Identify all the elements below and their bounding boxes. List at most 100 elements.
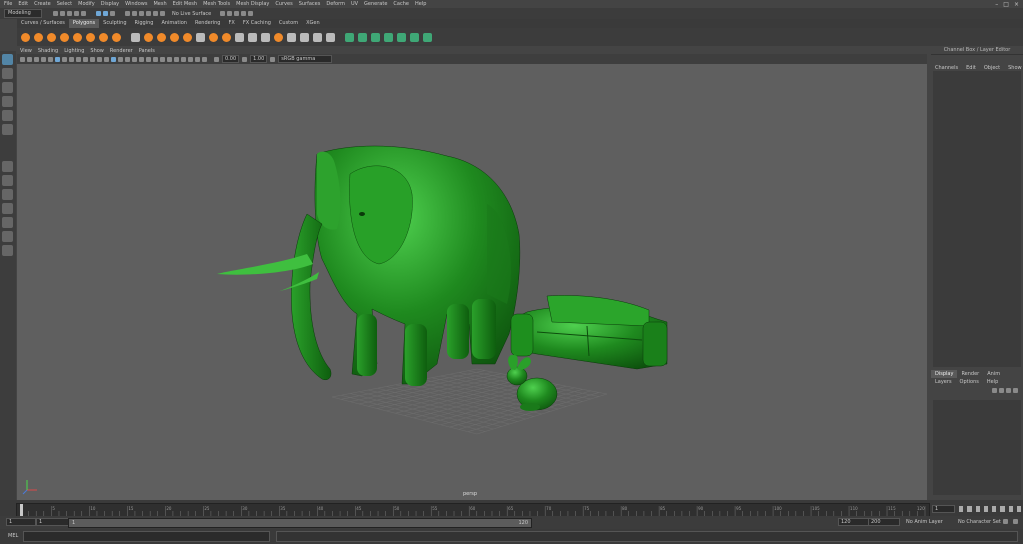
quad-draw-icon[interactable] xyxy=(261,32,270,42)
current-time-marker[interactable] xyxy=(20,504,23,516)
shadows-icon[interactable] xyxy=(146,56,151,62)
channel-list[interactable] xyxy=(933,71,1021,367)
motion-blur-icon[interactable] xyxy=(160,56,165,62)
boolean-icon[interactable] xyxy=(170,32,179,42)
poly-torus-icon[interactable] xyxy=(73,32,82,42)
single-pane-icon[interactable] xyxy=(2,161,13,172)
bookmarks-icon[interactable] xyxy=(34,56,39,62)
shelf-tab-polygons[interactable]: Polygons xyxy=(68,19,100,28)
panel-menu-shading[interactable]: Shading xyxy=(38,48,58,54)
xray-joints-icon[interactable] xyxy=(195,56,200,62)
snap-view-icon[interactable] xyxy=(146,11,151,16)
color-management-icon[interactable] xyxy=(270,56,276,62)
camera-attributes-icon[interactable] xyxy=(27,56,32,62)
grid-icon[interactable] xyxy=(55,56,60,62)
bunny-mesh[interactable] xyxy=(506,354,558,411)
poly-cube-icon[interactable] xyxy=(34,32,43,42)
snap-grid-icon[interactable] xyxy=(125,11,130,16)
panel-menu-panels[interactable]: Panels xyxy=(139,48,155,54)
move-tool-icon[interactable] xyxy=(2,96,13,107)
menu-cache[interactable]: Cache xyxy=(393,1,409,7)
two-d-pan-icon[interactable] xyxy=(48,56,53,62)
undo-icon[interactable] xyxy=(74,11,79,16)
shelf-tab-rigging[interactable]: Rigging xyxy=(131,19,158,28)
poly-sphere-icon[interactable] xyxy=(21,32,30,42)
menu-create[interactable]: Create xyxy=(34,1,51,7)
open-scene-icon[interactable] xyxy=(60,11,65,16)
new-scene-icon[interactable] xyxy=(53,11,58,16)
panel-menu-view[interactable]: View xyxy=(20,48,32,54)
paint-select-icon[interactable] xyxy=(2,82,13,93)
layer-menu-options[interactable]: Options xyxy=(960,379,979,385)
viewport-persp[interactable] xyxy=(17,64,927,500)
menu-uv[interactable]: UV xyxy=(351,1,358,7)
side-by-side-icon[interactable] xyxy=(2,189,13,200)
minimize-icon[interactable]: – xyxy=(995,1,998,8)
safe-action-icon[interactable] xyxy=(90,56,95,62)
playback-end-field[interactable]: 200 xyxy=(868,518,900,526)
uv-editor-icon[interactable] xyxy=(345,32,354,42)
depth-of-field-icon[interactable] xyxy=(174,56,179,62)
gamma-field[interactable]: 1.00 xyxy=(250,55,268,63)
lasso-tool-icon[interactable] xyxy=(2,68,13,79)
go-to-end-icon[interactable] xyxy=(1016,506,1021,512)
close-icon[interactable]: × xyxy=(1014,1,1019,8)
view-transform-dropdown[interactable]: sRGB gamma xyxy=(278,55,333,63)
persp-graph-icon[interactable] xyxy=(2,217,13,228)
menu-edit-mesh[interactable]: Edit Mesh xyxy=(173,1,197,7)
ipr-render-icon[interactable] xyxy=(227,11,233,16)
play-back-icon[interactable] xyxy=(983,506,988,512)
xray-icon[interactable] xyxy=(188,56,193,62)
move-layer-down-icon[interactable] xyxy=(999,387,1004,393)
smooth-icon[interactable] xyxy=(157,32,166,42)
textured-icon[interactable] xyxy=(132,56,137,62)
command-input[interactable] xyxy=(23,531,270,542)
wireframe-icon[interactable] xyxy=(104,56,109,62)
move-layer-up-icon[interactable] xyxy=(992,387,997,393)
fill-hole-icon[interactable] xyxy=(274,32,283,42)
shelf-settings-icon[interactable] xyxy=(1011,19,1021,28)
shelf-tab-fx[interactable]: FX xyxy=(225,19,239,28)
panel-menu-show[interactable]: Show xyxy=(90,48,104,54)
snap-curve-icon[interactable] xyxy=(132,11,137,16)
select-tool-icon[interactable] xyxy=(2,54,13,65)
range-start-field[interactable]: 1 xyxy=(6,518,36,526)
shelf-tab-sculpting[interactable]: Sculpting xyxy=(99,19,130,28)
shelf-tab-animation[interactable]: Animation xyxy=(157,19,191,28)
platonic-icon[interactable] xyxy=(112,32,121,42)
object-mode-icon[interactable] xyxy=(103,11,108,16)
safe-title-icon[interactable] xyxy=(97,56,102,62)
rotate-tool-icon[interactable] xyxy=(2,110,13,121)
menu-curves[interactable]: Curves xyxy=(275,1,292,7)
menu-select[interactable]: Select xyxy=(57,1,72,7)
poly-disc-icon[interactable] xyxy=(99,32,108,42)
insert-loop-icon[interactable] xyxy=(300,32,309,42)
elephant-mesh[interactable] xyxy=(217,145,521,386)
maximize-icon[interactable]: □ xyxy=(1003,1,1009,8)
menu-file[interactable]: File xyxy=(4,1,12,7)
persp-outliner-icon[interactable] xyxy=(2,203,13,214)
go-to-start-icon[interactable] xyxy=(959,506,964,512)
render-settings-icon[interactable] xyxy=(234,11,240,16)
range-end-field[interactable]: 120 xyxy=(838,518,870,526)
new-layer-selected-icon[interactable] xyxy=(1013,387,1018,393)
ambient-occlusion-icon[interactable] xyxy=(153,56,158,62)
menu-mesh[interactable]: Mesh xyxy=(153,1,166,7)
film-gate-icon[interactable] xyxy=(62,56,67,62)
cut-uv-icon[interactable] xyxy=(410,32,419,42)
menu-deform[interactable]: Deform xyxy=(326,1,345,7)
field-chart-icon[interactable] xyxy=(83,56,88,62)
component-mode-icon[interactable] xyxy=(110,11,115,16)
multicut-icon[interactable] xyxy=(235,32,244,42)
anim-layer-dropdown[interactable]: No Anim Layer xyxy=(906,519,943,525)
hypershade-layout-icon[interactable] xyxy=(2,231,13,242)
layer-tab-anim[interactable]: Anim xyxy=(983,370,1004,378)
shelf-tab-fx-caching[interactable]: FX Caching xyxy=(239,19,275,28)
separate-icon[interactable] xyxy=(144,32,153,42)
snap-point-icon[interactable] xyxy=(139,11,144,16)
mirror-icon[interactable] xyxy=(183,32,192,42)
layer-list[interactable] xyxy=(933,400,1021,495)
layer-menu-help[interactable]: Help xyxy=(987,379,998,385)
bridge-icon[interactable] xyxy=(209,32,218,42)
poly-cylinder-icon[interactable] xyxy=(47,32,56,42)
